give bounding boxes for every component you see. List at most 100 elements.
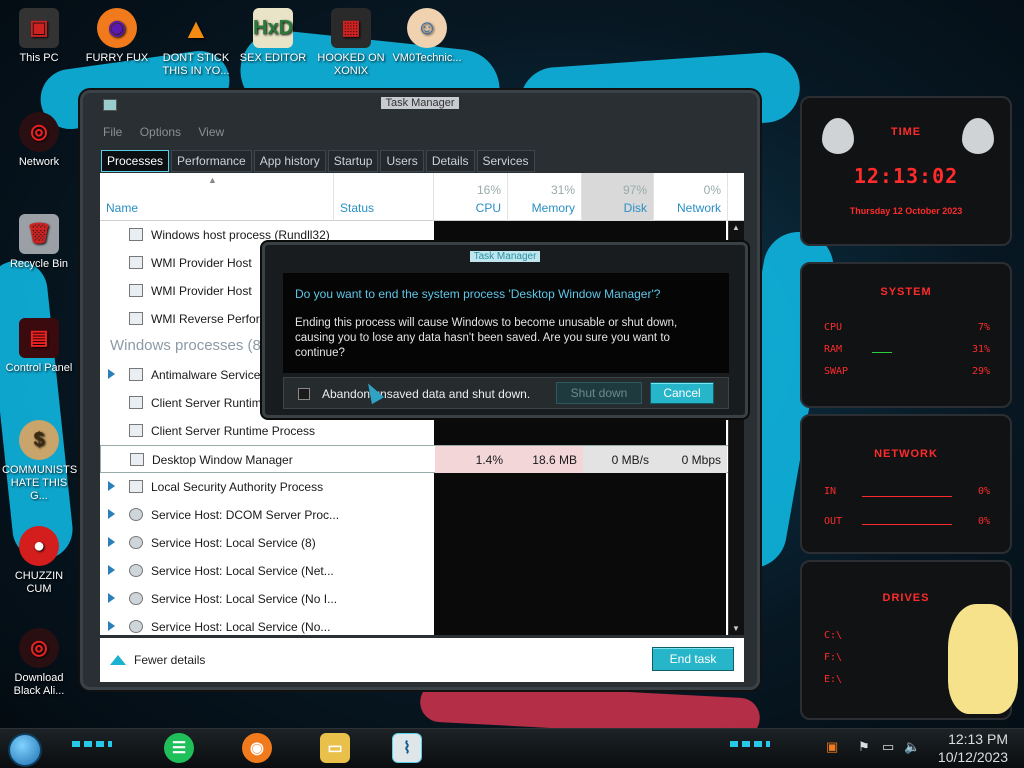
column-cpu[interactable]: 16% CPU: [434, 173, 508, 221]
ram-graph: [872, 352, 892, 353]
expand-icon[interactable]: [108, 621, 115, 631]
desktop-icon-control-panel[interactable]: ▤ Control Panel: [2, 318, 76, 375]
fewer-details-link[interactable]: Fewer details: [110, 653, 205, 667]
dialog-message: Ending this process will cause Windows t…: [295, 317, 678, 359]
taskbar-firefox-icon[interactable]: ◉: [242, 733, 272, 763]
start-button[interactable]: [8, 733, 42, 767]
desktop-icon-sex-editor[interactable]: HxD SEX EDITOR: [236, 8, 310, 65]
taskbar-app-green-icon[interactable]: ☰: [164, 733, 194, 763]
shut-down-button[interactable]: Shut down: [556, 382, 642, 404]
cartoon-character-sticker: [948, 604, 1018, 714]
tab-startup[interactable]: Startup: [327, 150, 379, 172]
desktop-icon-this-pc[interactable]: ▣ This PC: [2, 8, 76, 65]
table-row[interactable]: Service Host: Local Service (Net...: [100, 557, 744, 585]
end-process-dialog[interactable]: Task Manager Do you want to end the syst…: [262, 242, 748, 418]
desktop-icon-network[interactable]: ◎ Network: [2, 112, 76, 169]
gear-icon: [129, 508, 143, 521]
task-manager-app-icon: [103, 99, 117, 111]
cell-network: 0 Mbps: [655, 446, 727, 474]
table-row[interactable]: Service Host: DCOM Server Proc...: [100, 501, 744, 529]
desktop-icon-dont-stick[interactable]: ▲ DONT STICK THIS IN YO...: [158, 8, 234, 78]
expand-icon[interactable]: [108, 537, 115, 547]
expand-icon[interactable]: [108, 369, 115, 379]
expand-icon[interactable]: [108, 509, 115, 519]
cell-cpu: 1.4%: [435, 446, 509, 474]
menu-options[interactable]: Options: [140, 125, 181, 139]
dialog-title: Task Manager: [265, 251, 745, 262]
tray-app-icon[interactable]: ▣: [826, 739, 838, 755]
table-row[interactable]: Client Server Runtime Process: [100, 417, 744, 445]
column-header: ▲ Name Status 16% CPU 31% Memory 97% Disk 0…: [100, 173, 744, 221]
column-memory[interactable]: 31% Memory: [508, 173, 582, 221]
column-disk[interactable]: 97% Disk: [582, 173, 654, 221]
menu-bar: File Options View: [103, 125, 238, 139]
taskbar-file-explorer-icon[interactable]: ▭: [320, 733, 350, 763]
table-row[interactable]: Service Host: Local Service (No...: [100, 613, 744, 635]
desktop-icon-furry-fux[interactable]: ◉ FURRY FUX: [80, 8, 154, 65]
checkbox-label: Abandon unsaved data and shut down.: [322, 387, 531, 401]
expand-icon[interactable]: [108, 593, 115, 603]
desktop-icon-vm0technic[interactable]: ☺ VM0Technic...: [390, 8, 464, 65]
expand-icon[interactable]: [108, 565, 115, 575]
tab-performance[interactable]: Performance: [171, 150, 252, 172]
desktop-icon-chuzzin-cum[interactable]: ● CHUZZIN CUM: [2, 526, 76, 596]
gear-icon: [129, 536, 143, 549]
table-row[interactable]: Local Security Authority Process: [100, 473, 744, 501]
net-out-graph: [862, 524, 952, 525]
tab-strip: Processes Performance App history Startu…: [101, 150, 535, 172]
process-icon: [129, 256, 143, 269]
net-in-graph: [862, 496, 952, 497]
gear-icon: [129, 620, 143, 633]
column-status[interactable]: Status: [334, 173, 434, 221]
cell-memory: 18.6 MB: [509, 446, 583, 474]
tab-processes[interactable]: Processes: [101, 150, 170, 172]
system-title: SYSTEM: [880, 286, 932, 298]
tab-users[interactable]: Users: [380, 150, 424, 172]
table-row-selected[interactable]: Desktop Window Manager 1.4% 18.6 MB 0 MB…: [100, 445, 744, 474]
desktop-icon-recycle-bin[interactable]: 🗑 Recycle Bin: [2, 214, 76, 271]
desktop-icon-hooked-on-xonix[interactable]: ▦ HOOKED ON XONIX: [314, 8, 388, 78]
network-title: NETWORK: [874, 448, 938, 460]
menu-file[interactable]: File: [103, 125, 122, 139]
expand-icon[interactable]: [108, 481, 115, 491]
drives-title: DRIVES: [882, 592, 930, 604]
dialog-question: Do you want to end the system process 'D…: [295, 287, 661, 301]
table-row[interactable]: Service Host: Local Service (8): [100, 529, 744, 557]
abandon-data-checkbox[interactable]: [298, 388, 310, 400]
gear-icon: [129, 564, 143, 577]
taskbar-decor: [730, 741, 770, 747]
tray-volume-icon[interactable]: 🔈: [904, 739, 920, 755]
dialog-body: Do you want to end the system process 'D…: [283, 273, 729, 373]
gear-icon: [129, 592, 143, 605]
process-icon: [129, 284, 143, 297]
process-icon: [129, 480, 143, 493]
taskbar-clock[interactable]: 12:13 PM 10/12/2023: [938, 730, 1008, 766]
recycle-bin-icon: 🗑: [19, 214, 59, 254]
desktop-icon-communists[interactable]: $ COMMUNISTS HATE THIS G...: [2, 420, 77, 503]
tray-flag-icon[interactable]: ⚑: [858, 739, 870, 755]
column-name[interactable]: Name: [100, 173, 334, 221]
cancel-button[interactable]: Cancel: [650, 382, 714, 404]
computer-icon: ▣: [19, 8, 59, 48]
time-clock: 12:13:02: [853, 164, 959, 188]
table-row[interactable]: Service Host: Local Service (No I...: [100, 585, 744, 613]
tab-app-history[interactable]: App history: [253, 150, 326, 172]
time-title: TIME: [890, 126, 922, 138]
doctor-icon: ☺: [407, 8, 447, 48]
time-widget: TIME 12:13:02 Thursday 12 October 2023: [800, 96, 1012, 246]
vlc-cone-icon: ▲: [182, 12, 210, 44]
menu-view[interactable]: View: [198, 125, 224, 139]
taskbar-task-manager-icon[interactable]: ⌇: [392, 733, 422, 763]
end-task-button[interactable]: End task: [652, 647, 734, 671]
process-icon: [129, 368, 143, 381]
desktop-icon-download-black[interactable]: ◎ Download Black Ali...: [2, 628, 76, 698]
scroll-down-icon[interactable]: ▼: [732, 624, 740, 633]
tab-details[interactable]: Details: [425, 150, 475, 172]
tray-network-icon[interactable]: ▭: [882, 739, 894, 755]
network-globe-icon: ◎: [19, 112, 59, 152]
column-network[interactable]: 0% Network: [654, 173, 728, 221]
process-icon: [129, 424, 143, 437]
scroll-up-icon[interactable]: ▲: [732, 223, 740, 232]
tab-services[interactable]: Services: [476, 150, 535, 172]
xonix-game-icon: ▦: [331, 8, 371, 48]
